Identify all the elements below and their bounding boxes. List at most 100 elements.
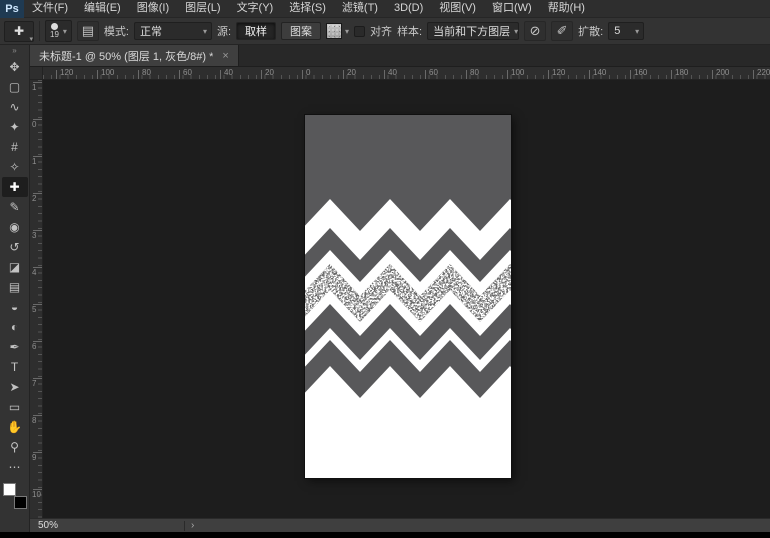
brush-tool[interactable]: ✎ xyxy=(2,197,28,217)
bottom-strip xyxy=(0,532,770,538)
eraser-tool[interactable]: ◪ xyxy=(2,257,28,277)
move-tool[interactable]: ✥ xyxy=(2,57,28,77)
brush-tip-icon xyxy=(51,23,58,30)
edit-toolbar-icon: ⋯ xyxy=(9,460,21,474)
sample-select[interactable]: 当前和下方图层 ▾ xyxy=(427,22,519,40)
vertical-ruler: 1012345678910 xyxy=(30,80,43,518)
pen-tool[interactable]: ✒ xyxy=(2,337,28,357)
brush-size-value: 19 xyxy=(50,31,59,39)
rectangular-marquee-tool[interactable]: ▢ xyxy=(2,77,28,97)
document-tab-bar: 未标题-1 @ 50% (图层 1, 灰色/8#) * × xyxy=(30,45,770,67)
clone-stamp-tool-icon: ◉ xyxy=(9,220,19,234)
menu-item-1[interactable]: 编辑(E) xyxy=(76,0,129,17)
menu-item-0[interactable]: 文件(F) xyxy=(24,0,76,17)
menu-item-4[interactable]: 文字(Y) xyxy=(229,0,282,17)
eyedropper-tool[interactable]: ✧ xyxy=(2,157,28,177)
document-tab-title: 未标题-1 @ 50% (图层 1, 灰色/8#) * xyxy=(39,48,213,64)
menu-item-8[interactable]: 视图(V) xyxy=(431,0,484,17)
shape-tool[interactable]: ▭ xyxy=(2,397,28,417)
mode-value: 正常 xyxy=(140,23,162,39)
edit-toolbar[interactable]: ⋯ xyxy=(2,457,28,477)
horizontal-ruler: 1201008060402002040608010012014016018020… xyxy=(43,67,770,80)
brush-panel-toggle-icon[interactable]: ▤ xyxy=(77,21,99,41)
zoom-level-field[interactable]: 50% xyxy=(30,520,66,531)
menu-item-7[interactable]: 3D(D) xyxy=(386,0,431,17)
blur-tool[interactable]: ◒ xyxy=(2,297,28,317)
pattern-thumbnail xyxy=(326,23,342,39)
aligned-checkbox[interactable] xyxy=(354,26,365,37)
clone-stamp-tool[interactable]: ◉ xyxy=(2,217,28,237)
eraser-tool-icon: ◪ xyxy=(9,260,20,274)
menu-item-2[interactable]: 图像(I) xyxy=(129,0,177,17)
options-separator xyxy=(39,21,40,41)
chevron-down-icon: ▾ xyxy=(635,27,639,36)
h-ruler-label: 180 xyxy=(675,68,688,77)
tab-close-icon[interactable]: × xyxy=(222,50,228,62)
gradient-tool-icon: ▤ xyxy=(9,280,20,294)
status-chevron-icon[interactable]: › xyxy=(185,520,200,531)
source-pattern-button[interactable]: 图案 xyxy=(281,22,321,40)
brush-size-picker[interactable]: 19 ▾ xyxy=(45,20,72,42)
menu-item-3[interactable]: 图层(L) xyxy=(177,0,228,17)
mode-label: 模式: xyxy=(104,23,129,39)
crop-tool[interactable]: # xyxy=(2,137,28,157)
background-color-swatch[interactable] xyxy=(14,496,27,509)
canvas-document[interactable] xyxy=(305,115,511,478)
v-ruler-label: 5 xyxy=(32,305,36,314)
move-tool-icon: ✥ xyxy=(9,60,19,74)
tool-bar: » ✥ ▢ ∿ ✦ # ✧ ✚ ✎ ◉ ↺ ◪ ▤ ◒◐ ✒ T➤▭ ✋ ⚲ ⋯ xyxy=(0,45,30,532)
mode-select[interactable]: 正常 ▾ xyxy=(134,22,212,40)
quick-selection-tool[interactable]: ✦ xyxy=(2,117,28,137)
gradient-tool[interactable]: ▤ xyxy=(2,277,28,297)
ignore-adjustment-layers-icon[interactable]: ⊘ xyxy=(524,21,546,41)
quick-selection-tool-icon: ✦ xyxy=(9,120,19,134)
menu-item-6[interactable]: 滤镜(T) xyxy=(334,0,386,17)
document-tab[interactable]: 未标题-1 @ 50% (图层 1, 灰色/8#) * × xyxy=(30,45,239,66)
v-ruler-label: 9 xyxy=(32,453,36,462)
lasso-tool[interactable]: ∿ xyxy=(2,97,28,117)
h-ruler-label: 120 xyxy=(60,68,73,77)
chevron-down-icon: ▾ xyxy=(203,27,207,36)
chevron-down-icon: ▾ xyxy=(514,27,518,36)
healing-brush-tool[interactable]: ✚ xyxy=(2,177,28,197)
menu-item-10[interactable]: 帮助(H) xyxy=(540,0,593,17)
menu-item-5[interactable]: 选择(S) xyxy=(281,0,334,17)
sample-label: 样本: xyxy=(397,23,422,39)
h-ruler-label: 40 xyxy=(224,68,233,77)
v-ruler-label: 1 xyxy=(32,83,36,92)
hand-tool[interactable]: ✋ xyxy=(2,417,28,437)
photoshop-window: Ps 文件(F)编辑(E)图像(I)图层(L)文字(Y)选择(S)滤镜(T)3D… xyxy=(0,0,770,538)
zoom-tool-icon: ⚲ xyxy=(10,440,19,454)
dodge-tool[interactable]: ◐ xyxy=(2,317,28,337)
h-ruler-label: 40 xyxy=(388,68,397,77)
pen-tool-icon: ✒ xyxy=(9,340,19,354)
rectangular-marquee-tool-icon: ▢ xyxy=(9,80,20,94)
v-ruler-label: 2 xyxy=(32,194,36,203)
menu-item-9[interactable]: 窗口(W) xyxy=(484,0,540,17)
path-selection-tool[interactable]: ➤ xyxy=(2,377,28,397)
v-ruler-label: 0 xyxy=(32,120,36,129)
lasso-tool-icon: ∿ xyxy=(9,100,19,114)
source-sampled-button[interactable]: 取样 xyxy=(236,22,276,40)
v-ruler-label: 1 xyxy=(32,157,36,166)
healing-brush-tool-icon: ✚ xyxy=(9,180,19,194)
history-brush-tool-icon: ↺ xyxy=(9,240,19,254)
toolbar-collapse-icon[interactable]: » xyxy=(12,45,16,57)
diffusion-select[interactable]: 5 ▾ xyxy=(608,22,644,40)
tool-preset-picker[interactable]: ✚ ▾ xyxy=(4,21,34,42)
foreground-color-swatch[interactable] xyxy=(3,483,16,496)
type-tool[interactable]: T xyxy=(2,357,28,377)
diffusion-label: 扩散: xyxy=(578,23,603,39)
h-ruler-label: 200 xyxy=(716,68,729,77)
brush-preview: 19 xyxy=(50,23,59,39)
hand-tool-icon: ✋ xyxy=(7,420,22,434)
canvas-area[interactable] xyxy=(43,80,770,518)
source-label: 源: xyxy=(217,23,231,39)
pattern-picker[interactable]: ▾ xyxy=(326,21,349,41)
h-ruler-label: 100 xyxy=(511,68,524,77)
eyedropper-tool-icon: ✧ xyxy=(9,160,19,174)
zoom-tool[interactable]: ⚲ xyxy=(2,437,28,457)
history-brush-tool[interactable]: ↺ xyxy=(2,237,28,257)
tablet-pressure-icon[interactable]: ✐ xyxy=(551,21,573,41)
menu-bar: Ps 文件(F)编辑(E)图像(I)图层(L)文字(Y)选择(S)滤镜(T)3D… xyxy=(0,0,770,18)
